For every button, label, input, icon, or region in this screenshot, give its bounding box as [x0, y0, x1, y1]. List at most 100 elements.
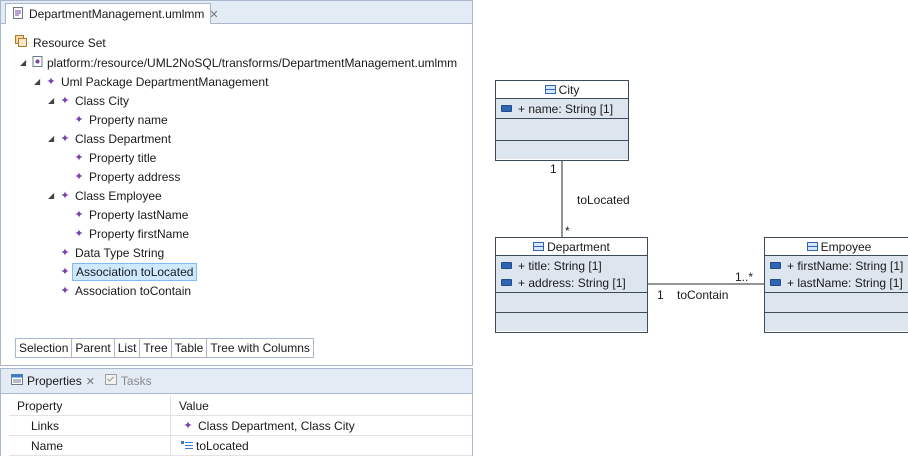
extra-compartment [496, 141, 628, 159]
attribute-row[interactable]: + name: String [1] [496, 100, 628, 117]
attribute-row[interactable]: + firstName: String [1] [765, 257, 908, 274]
element-icon: ✦ [183, 420, 193, 432]
tree-node-label: Uml Package DepartmentManagement [61, 74, 269, 89]
tree-node-datatype-string[interactable]: ✦ Data Type String [58, 243, 167, 262]
element-icon: ✦ [60, 266, 70, 278]
class-name: City [558, 82, 580, 97]
tree-node-package[interactable]: ◢ ✦ Uml Package DepartmentManagement [34, 72, 271, 91]
column-header-property[interactable]: Property [9, 396, 171, 415]
tocontain-association-name[interactable]: toContain [677, 288, 728, 302]
editor-tab[interactable]: DepartmentManagement.umlmm ✕ [5, 3, 219, 24]
operation-compartment [496, 119, 628, 141]
element-icon: ✦ [60, 133, 70, 145]
property-links-label: Links [9, 416, 171, 435]
close-icon[interactable]: ✕ [209, 8, 218, 21]
tree-node-class-department[interactable]: ◢ ✦ Class Department [48, 129, 174, 148]
association-lines [561, 161, 764, 285]
uml-class-department[interactable]: Department + title: String [1] + address… [495, 237, 648, 333]
close-icon[interactable]: ✕ [86, 375, 95, 388]
uml-class-city[interactable]: City + name: String [1] [495, 80, 629, 161]
tree-node-property-firstname[interactable]: ✦ Property firstName [72, 224, 192, 243]
expand-arrow-icon[interactable]: ◢ [34, 77, 44, 86]
property-name-value[interactable]: toLocated [171, 436, 472, 455]
properties-view: Properties ✕ Tasks Property Value Links … [0, 368, 473, 456]
tab-tree[interactable]: Tree [140, 339, 172, 357]
editor-tabbar: DepartmentManagement.umlmm ✕ [1, 1, 472, 24]
properties-tabbar: Properties ✕ Tasks [1, 369, 472, 394]
tree-node-property-address[interactable]: ✦ Property address [72, 167, 183, 186]
extra-compartment [496, 313, 647, 331]
properties-tab-label: Properties [27, 374, 82, 388]
tasks-tab-label: Tasks [120, 374, 152, 388]
tree-node-property-lastname[interactable]: ✦ Property lastName [72, 205, 191, 224]
resource-set-label: Resource Set [33, 35, 106, 50]
tasks-icon [104, 374, 117, 388]
tree-node-label: Class Employee [75, 188, 162, 203]
element-icon: ✦ [74, 114, 84, 126]
column-header-value[interactable]: Value [171, 396, 472, 415]
element-icon: ✦ [60, 190, 70, 202]
attribute-compartment: + title: String [1] + address: String [1… [496, 256, 647, 293]
tree-node-label: Property firstName [89, 226, 190, 241]
attribute-label: + address: String [1] [518, 275, 626, 290]
attribute-row[interactable]: + address: String [1] [496, 274, 647, 291]
property-links-value[interactable]: ✦ Class Department, Class City [171, 416, 472, 435]
tree-node-label: Class City [75, 93, 130, 108]
attribute-label: + title: String [1] [518, 258, 602, 273]
file-icon [12, 6, 24, 22]
expand-arrow-icon[interactable]: ◢ [48, 96, 58, 105]
expand-arrow-icon[interactable]: ◢ [20, 58, 30, 67]
class-icon [806, 242, 818, 251]
resource-set-row[interactable]: Resource Set [15, 35, 106, 50]
class-header: City [496, 81, 628, 99]
tree-node-label: Association toLocated [72, 262, 198, 281]
tab-parent[interactable]: Parent [72, 339, 115, 357]
attribute-label: + lastName: String [1] [787, 275, 903, 290]
tree-node-class-city[interactable]: ◢ ✦ Class City [48, 91, 132, 110]
tree-node-class-employee[interactable]: ◢ ✦ Class Employee [48, 186, 165, 205]
expand-arrow-icon[interactable]: ◢ [48, 191, 58, 200]
tab-tasks[interactable]: Tasks [104, 374, 152, 388]
attribute-row[interactable]: + lastName: String [1] [765, 274, 908, 291]
tab-list[interactable]: List [115, 339, 141, 357]
element-icon: ✦ [74, 228, 84, 240]
tree-node-property-title[interactable]: ✦ Property title [72, 148, 159, 167]
tab-selection[interactable]: Selection [16, 339, 73, 357]
tolocated-target-multiplicity: * [565, 224, 570, 238]
attribute-icon [501, 105, 512, 112]
attribute-compartment: + firstName: String [1] + lastName: Stri… [765, 256, 908, 293]
element-icon: ✦ [60, 95, 70, 107]
tree-node-label: Data Type String [75, 245, 165, 260]
tab-tree-with-columns[interactable]: Tree with Columns [207, 339, 313, 357]
tree-node-resource[interactable]: ◢ platform:/resource/UML2NoSQL/transform… [20, 53, 460, 72]
property-value-text: Class Department, Class City [198, 418, 355, 433]
tree-node-label: Property lastName [89, 207, 189, 222]
table-header-row: Property Value [9, 396, 472, 416]
resource-set-icon [15, 35, 28, 50]
properties-table: Property Value Links ✦ Class Department,… [9, 396, 472, 456]
tree-node-label: Property title [89, 150, 157, 165]
attribute-label: + firstName: String [1] [787, 258, 904, 273]
tocontain-target-multiplicity: 1..* [735, 270, 754, 284]
attribute-icon [501, 279, 512, 286]
table-row[interactable]: Name toLocated [9, 436, 472, 456]
tolocated-association-name[interactable]: toLocated [577, 193, 630, 207]
tab-properties[interactable]: Properties ✕ [11, 374, 95, 388]
table-row[interactable]: Links ✦ Class Department, Class City [9, 416, 472, 436]
tree-node-association-tolocated[interactable]: ✦ Association toLocated [58, 262, 198, 281]
tab-table[interactable]: Table [172, 339, 208, 357]
tolocated-source-multiplicity: 1 [550, 162, 557, 176]
element-icon: ✦ [60, 285, 70, 297]
attribute-icon [770, 279, 781, 286]
expand-arrow-icon[interactable]: ◢ [48, 134, 58, 143]
tree-node-association-tocontain[interactable]: ✦ Association toContain [58, 281, 194, 300]
uml-class-empoyee[interactable]: Empoyee + firstName: String [1] + lastNa… [764, 237, 908, 333]
package-icon: ✦ [46, 76, 56, 88]
class-name: Empoyee [820, 239, 872, 254]
tree-node-label: Property name [89, 112, 168, 127]
tree-node-property-name[interactable]: ✦ Property name [72, 110, 171, 129]
attribute-row[interactable]: + title: String [1] [496, 257, 647, 274]
editor-page-tabs: Selection Parent List Tree Table Tree wi… [15, 338, 314, 358]
element-icon: ✦ [74, 209, 84, 221]
attribute-label: + name: String [1] [518, 101, 614, 116]
